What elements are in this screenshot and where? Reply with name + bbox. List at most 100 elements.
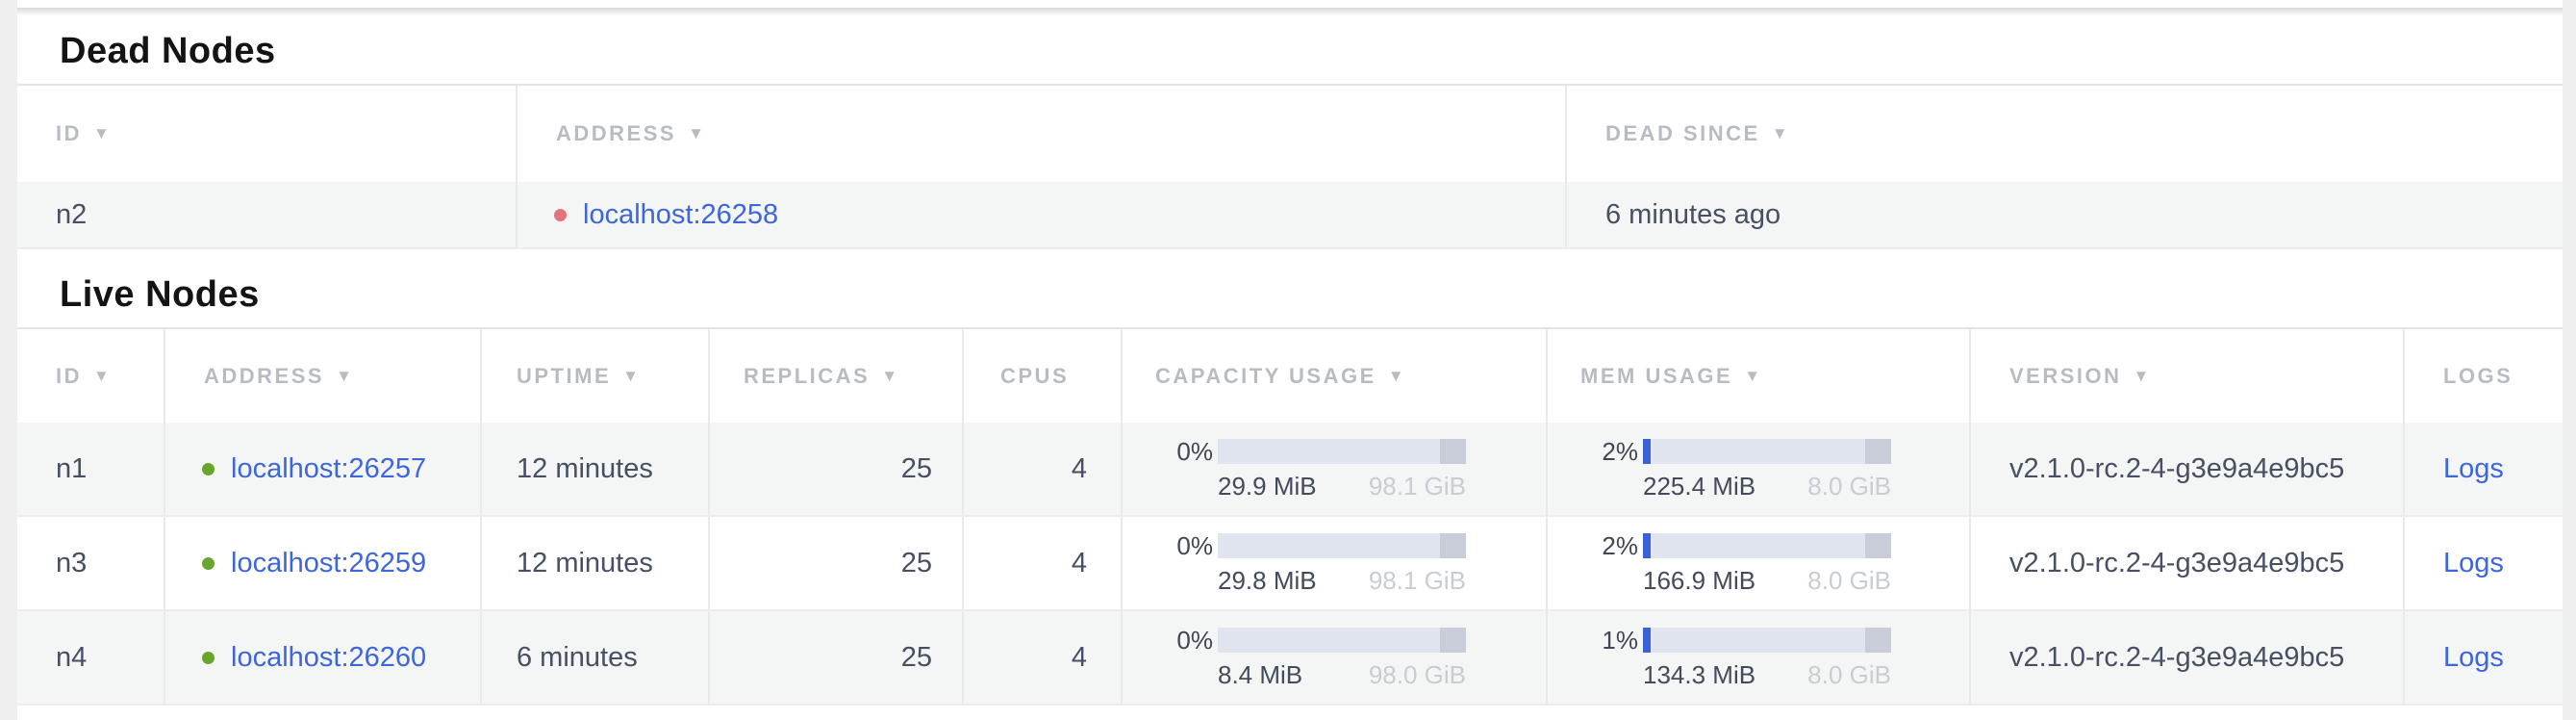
capacity-percent-label: 0%	[1155, 531, 1213, 561]
sort-desc-icon[interactable]: ▼	[336, 367, 354, 386]
capacity-usage-bar	[1218, 628, 1466, 653]
node-id-cell: n2	[17, 182, 518, 247]
version-cell: v2.1.0-rc.2-4-g3e9a4e9bc5	[1971, 517, 2405, 609]
mem-usage-bar	[1643, 628, 1891, 653]
column-header-capacity-usage[interactable]: CAPACITY USAGE ▼	[1123, 329, 1548, 423]
uptime-cell: 12 minutes	[482, 517, 710, 609]
mem-total-value: 8.0 GiB	[1807, 566, 1891, 596]
capacity-percent-label: 0%	[1155, 437, 1213, 467]
sort-desc-icon[interactable]: ▼	[1388, 367, 1406, 386]
sort-desc-icon[interactable]: ▼	[93, 367, 112, 386]
column-header-label: VERSION	[2009, 364, 2122, 389]
sort-desc-icon[interactable]: ▼	[1744, 367, 1762, 386]
column-header-logs: LOGS	[2405, 329, 2563, 423]
mem-used-value: 134.3 MiB	[1643, 660, 1755, 690]
capacity-usage-bar	[1218, 533, 1466, 558]
mem-percent-label: 2%	[1580, 437, 1638, 467]
usage-bar-fill	[1643, 439, 1651, 464]
dead-nodes-section: Dead Nodes ID ▼ ADDRESS ▼ DEAD SINCE ▼ n…	[17, 15, 2563, 249]
cpus-cell: 4	[964, 423, 1123, 515]
column-header-mem-usage[interactable]: MEM USAGE ▼	[1548, 329, 1971, 423]
usage-bar-endcap	[1440, 533, 1466, 558]
sort-desc-icon[interactable]: ▼	[688, 124, 706, 143]
logs-cell: Logs	[2405, 423, 2563, 515]
column-header-dead-since[interactable]: DEAD SINCE ▼	[1567, 86, 2563, 182]
usage-bar-endcap	[1865, 533, 1891, 558]
capacity-usage-cell: 0% 8.4 MiB 98.0 GiB	[1123, 611, 1548, 704]
mem-usage-bar	[1643, 533, 1891, 558]
capacity-used-value: 29.9 MiB	[1218, 472, 1317, 501]
sort-desc-icon[interactable]: ▼	[881, 367, 899, 386]
live-node-row: n3 localhost:26259 12 minutes 25 4 0%	[17, 517, 2563, 611]
column-header-label: ADDRESS	[204, 364, 324, 389]
node-address-cell: localhost:26259	[165, 517, 482, 609]
node-id-cell: n3	[17, 517, 165, 609]
live-node-status-icon	[202, 652, 215, 664]
dead-since-cell: 6 minutes ago	[1567, 182, 2563, 247]
mem-used-value: 225.4 MiB	[1643, 472, 1755, 501]
usage-bar-endcap	[1865, 439, 1891, 464]
capacity-total-value: 98.0 GiB	[1369, 660, 1466, 690]
logs-link[interactable]: Logs	[2443, 642, 2504, 674]
dead-nodes-header-row: ID ▼ ADDRESS ▼ DEAD SINCE ▼	[17, 86, 2563, 182]
logs-link[interactable]: Logs	[2443, 453, 2504, 485]
replicas-cell: 25	[710, 611, 964, 704]
live-node-row: n4 localhost:26260 6 minutes 25 4 0%	[17, 611, 2563, 706]
mem-usage-cell: 2% 225.4 MiB 8.0 GiB	[1548, 423, 1971, 515]
mem-percent-label: 1%	[1580, 626, 1638, 656]
mem-total-value: 8.0 GiB	[1807, 660, 1891, 690]
live-nodes-title: Live Nodes	[60, 274, 2563, 316]
column-header-label: CAPACITY USAGE	[1155, 364, 1376, 389]
live-nodes-title-wrap: Live Nodes	[17, 249, 2563, 329]
capacity-total-value: 98.1 GiB	[1369, 566, 1466, 596]
column-header-id[interactable]: ID ▼	[17, 329, 165, 423]
version-cell: v2.1.0-rc.2-4-g3e9a4e9bc5	[1971, 611, 2405, 704]
column-header-label: MEM USAGE	[1580, 364, 1732, 389]
nodes-overview-page: Dead Nodes ID ▼ ADDRESS ▼ DEAD SINCE ▼ n…	[0, 0, 2576, 720]
sort-desc-icon[interactable]: ▼	[622, 367, 641, 386]
sort-desc-icon[interactable]: ▼	[93, 124, 112, 143]
node-address-cell: localhost:26258	[518, 182, 1567, 247]
node-id-cell: n1	[17, 423, 165, 515]
node-address-link[interactable]: localhost:26258	[583, 199, 778, 231]
version-cell: v2.1.0-rc.2-4-g3e9a4e9bc5	[1971, 423, 2405, 515]
replicas-cell: 25	[710, 423, 964, 515]
dead-nodes-title-wrap: Dead Nodes	[17, 15, 2563, 86]
node-address-link[interactable]: localhost:26257	[231, 453, 426, 485]
column-header-version[interactable]: VERSION ▼	[1971, 329, 2405, 423]
column-header-label: ADDRESS	[556, 121, 676, 146]
column-header-label: ID	[56, 121, 82, 146]
node-id-cell: n4	[17, 611, 165, 704]
live-nodes-header-row: ID ▼ ADDRESS ▼ UPTIME ▼ REPLICAS ▼ CPUS	[17, 329, 2563, 423]
cpus-cell: 4	[964, 611, 1123, 704]
column-header-cpus[interactable]: CPUS	[964, 329, 1123, 423]
top-spacer	[17, 0, 2563, 8]
column-header-replicas[interactable]: REPLICAS ▼	[710, 329, 964, 423]
column-header-address[interactable]: ADDRESS ▼	[165, 329, 482, 423]
logs-cell: Logs	[2405, 517, 2563, 609]
capacity-usage-cell: 0% 29.8 MiB 98.1 GiB	[1123, 517, 1548, 609]
capacity-used-value: 29.8 MiB	[1218, 566, 1317, 596]
live-nodes-section: Live Nodes ID ▼ ADDRESS ▼ UPTIME ▼ REPLI…	[17, 249, 2563, 706]
sort-desc-icon[interactable]: ▼	[2134, 367, 2152, 386]
live-node-status-icon	[202, 557, 215, 570]
capacity-total-value: 98.1 GiB	[1369, 472, 1466, 501]
right-margin-strip	[2563, 0, 2576, 720]
mem-percent-label: 2%	[1580, 531, 1638, 561]
capacity-usage-cell: 0% 29.9 MiB 98.1 GiB	[1123, 423, 1548, 515]
usage-bar-fill	[1643, 628, 1651, 653]
logs-link[interactable]: Logs	[2443, 548, 2504, 579]
column-header-address[interactable]: ADDRESS ▼	[518, 86, 1567, 182]
column-header-uptime[interactable]: UPTIME ▼	[482, 329, 710, 423]
cpus-cell: 4	[964, 517, 1123, 609]
column-header-label: ID	[56, 364, 82, 389]
node-address-link[interactable]: localhost:26260	[231, 642, 426, 674]
replicas-cell: 25	[710, 517, 964, 609]
column-header-label: DEAD SINCE	[1605, 121, 1760, 146]
mem-used-value: 166.9 MiB	[1643, 566, 1755, 596]
node-address-link[interactable]: localhost:26259	[231, 548, 426, 579]
left-margin-strip	[0, 0, 17, 720]
sort-desc-icon[interactable]: ▼	[1772, 124, 1790, 143]
live-node-row: n1 localhost:26257 12 minutes 25 4 0%	[17, 423, 2563, 517]
column-header-id[interactable]: ID ▼	[17, 86, 518, 182]
